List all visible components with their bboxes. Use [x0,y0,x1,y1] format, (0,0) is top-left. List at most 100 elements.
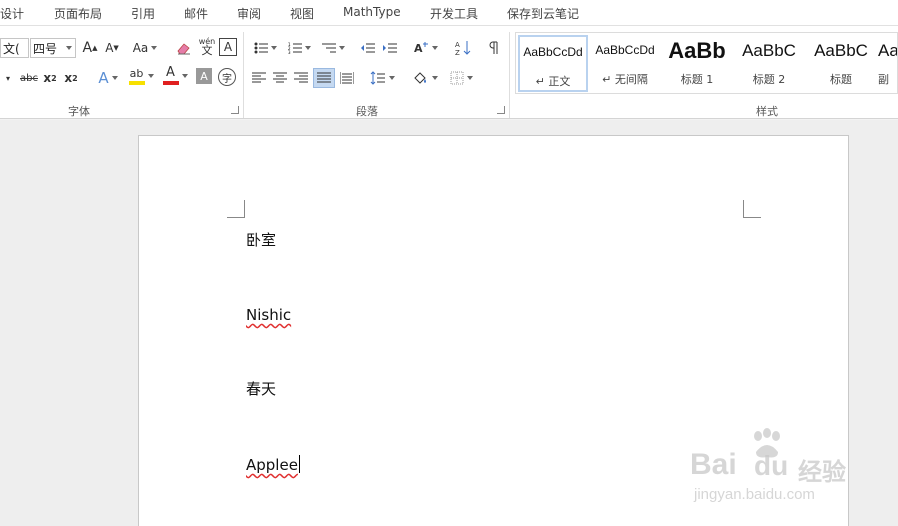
menu-references[interactable]: 引用 [131,5,155,22]
style-no-spacing-sample: AaBbCcDd [595,43,655,57]
style-no-spacing-name: ↵ 无间隔 [602,73,648,86]
borders-button[interactable] [446,68,476,88]
svg-text:A: A [455,41,460,49]
phonetic-bottom-label: 文 [201,44,213,57]
document-page[interactable]: 卧室 Nishic 春天 Applee [138,135,849,526]
grow-font-button[interactable]: A ▲ [80,38,100,58]
enclose-characters-label: 字 [222,73,232,85]
shading-button[interactable] [410,68,440,88]
style-normal[interactable]: AaBbCcDd ↵ 正文 [518,35,588,92]
superscript-sup: 2 [72,73,78,83]
style-title[interactable]: AaBbC 标题 [806,35,876,92]
chevron-down-icon[interactable]: ▾ [0,68,16,88]
line-spacing-button[interactable] [367,68,397,88]
superscript-button[interactable]: x2 [63,68,79,88]
character-border-button[interactable]: A [219,38,237,56]
align-center-button[interactable] [271,68,289,88]
font-name-value: 文( [3,41,20,56]
menu-design[interactable]: 设计 [0,5,24,22]
character-shading-button[interactable]: A [196,68,212,84]
shrink-font-button[interactable]: A ▼ [102,38,122,58]
style-heading-1[interactable]: AaBb 标题 1 [662,35,732,92]
chevron-down-icon [66,46,72,50]
numbering-button[interactable]: 123 [284,38,314,58]
style-no-spacing[interactable]: AaBbCcDd ↵ 无间隔 [590,35,660,92]
asian-layout-button[interactable]: A [410,38,440,58]
paragraph-dialog-launcher-icon[interactable] [497,106,505,114]
distributed-button[interactable] [338,68,356,88]
justify-button[interactable] [313,68,335,88]
font-group-label: 字体 [68,105,90,118]
bullets-button[interactable] [250,38,280,58]
subscript-label: x [43,71,52,85]
decrease-indent-button[interactable] [358,38,378,58]
ribbon: 文( 四号 A ▲ A ▼ Aa wén 文 A ▾ abc x2 x2 A ab [0,26,898,119]
align-left-button[interactable] [250,68,268,88]
borders-icon [450,71,463,85]
multilevel-list-button[interactable] [318,38,348,58]
paragraph-4[interactable]: Applee [246,455,300,474]
font-color-button[interactable]: A [160,66,190,86]
menu-page-layout[interactable]: 页面布局 [54,5,102,22]
svg-text:A: A [414,42,423,55]
menu-bar: 设计 页面布局 引用 邮件 审阅 视图 MathType 开发工具 保存到云笔记 [0,0,898,26]
style-normal-sample: AaBbCcDd [523,45,583,59]
distributed-icon [340,72,354,84]
shrink-font-icon: A [105,41,114,55]
align-right-button[interactable] [292,68,310,88]
menu-mailings[interactable]: 邮件 [184,5,208,22]
pilcrow-icon [489,41,498,54]
menu-view[interactable]: 视图 [290,5,314,22]
svg-text:Z: Z [455,49,460,56]
text-effects-button[interactable]: A [94,68,122,88]
font-dialog-launcher-icon[interactable] [231,106,239,114]
paragraph-2[interactable]: Nishic [246,306,291,324]
menu-save-to-cloud-notes[interactable]: 保存到云笔记 [507,5,579,22]
font-name-combo[interactable]: 文( [0,38,29,58]
group-divider [509,32,510,118]
enclose-characters-button[interactable]: 字 [218,68,236,86]
phonetic-guide-button[interactable]: wén 文 [196,36,218,56]
text-cursor [298,455,300,473]
highlight-label: ab [129,66,144,80]
align-center-icon [273,72,287,83]
style-heading-2-name: 标题 2 [752,73,786,86]
style-heading-1-sample: AaBb [668,38,726,63]
multilevel-list-icon [321,43,336,53]
menu-mathtype[interactable]: MathType [343,5,401,19]
eraser-icon [177,43,190,55]
subscript-button[interactable]: x2 [42,68,58,88]
sort-button[interactable]: AZ [452,38,474,58]
grow-font-icon: A [82,40,93,56]
group-divider [243,32,244,118]
change-case-button[interactable]: Aa [130,38,160,58]
misspelled-word: Nishic [246,306,292,324]
misspelled-word: Applee [246,456,298,474]
clear-format-button[interactable] [172,38,194,58]
style-heading-2[interactable]: AaBbC 标题 2 [734,35,804,92]
text-effects-icon: A [98,69,109,87]
font-size-combo[interactable]: 四号 [30,38,76,58]
change-case-label: Aa [132,41,149,55]
show-formatting-marks-button[interactable] [484,38,504,58]
paragraph-group-label: 段落 [356,105,378,118]
svg-text:3: 3 [288,50,291,54]
justify-icon [317,72,331,83]
paragraph-3[interactable]: 春天 [246,378,276,399]
menu-review[interactable]: 审阅 [237,5,261,22]
menu-developer[interactable]: 开发工具 [430,5,478,22]
style-heading-1-name: 标题 1 [680,73,714,86]
style-heading-2-sample: AaBbC [742,41,796,60]
strikethrough-button[interactable]: abc [18,68,40,88]
highlight-color-bar [128,80,145,85]
font-size-value: 四号 [33,41,58,56]
character-border-label: A [223,40,233,54]
highlight-button[interactable]: ab [126,66,156,86]
margin-corner-top-left [227,200,245,218]
increase-indent-icon [383,43,397,53]
increase-indent-button[interactable] [380,38,400,58]
paragraph-1[interactable]: 卧室 [246,229,276,250]
line-spacing-icon [370,71,385,85]
document-area: 卧室 Nishic 春天 Applee [0,120,898,526]
style-subtitle[interactable]: Aa 副 [878,35,897,92]
